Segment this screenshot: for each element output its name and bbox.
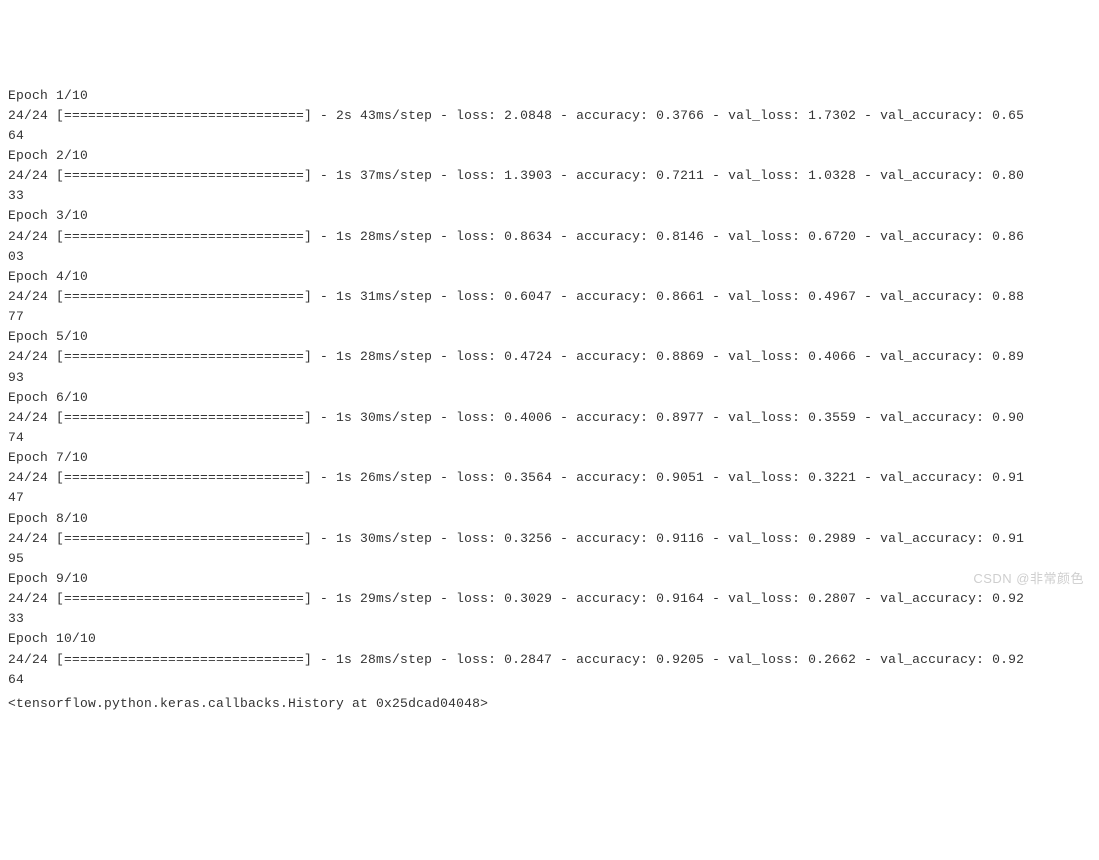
epoch-val-accuracy-wrap: 74 <box>8 428 1091 448</box>
epoch-header: Epoch 1/10 <box>8 86 1091 106</box>
epoch-progress-line: 24/24 [==============================] -… <box>8 529 1091 549</box>
history-repr: <tensorflow.python.keras.callbacks.Histo… <box>8 690 1091 714</box>
epoch-val-accuracy-wrap: 03 <box>8 247 1091 267</box>
epoch-val-accuracy-wrap: 64 <box>8 126 1091 146</box>
epoch-header: Epoch 4/10 <box>8 267 1091 287</box>
epoch-progress-line: 24/24 [==============================] -… <box>8 589 1091 609</box>
epoch-val-accuracy-wrap: 33 <box>8 186 1091 206</box>
epoch-header: Epoch 9/10 <box>8 569 1091 589</box>
epoch-header: Epoch 3/10 <box>8 206 1091 226</box>
epoch-progress-line: 24/24 [==============================] -… <box>8 650 1091 670</box>
epoch-val-accuracy-wrap: 47 <box>8 488 1091 508</box>
epoch-val-accuracy-wrap: 64 <box>8 670 1091 690</box>
epoch-progress-line: 24/24 [==============================] -… <box>8 347 1091 367</box>
epoch-header: Epoch 2/10 <box>8 146 1091 166</box>
epoch-progress-line: 24/24 [==============================] -… <box>8 468 1091 488</box>
epoch-progress-line: 24/24 [==============================] -… <box>8 166 1091 186</box>
epoch-val-accuracy-wrap: 93 <box>8 368 1091 388</box>
epoch-header: Epoch 10/10 <box>8 629 1091 649</box>
epoch-header: Epoch 5/10 <box>8 327 1091 347</box>
epoch-progress-line: 24/24 [==============================] -… <box>8 287 1091 307</box>
epoch-header: Epoch 8/10 <box>8 509 1091 529</box>
watermark-text: CSDN @非常颜色 <box>973 569 1084 589</box>
epoch-header: Epoch 7/10 <box>8 448 1091 468</box>
epoch-val-accuracy-wrap: 95 <box>8 549 1091 569</box>
epoch-val-accuracy-wrap: 33 <box>8 609 1091 629</box>
epoch-progress-line: 24/24 [==============================] -… <box>8 106 1091 126</box>
epoch-progress-line: 24/24 [==============================] -… <box>8 227 1091 247</box>
epoch-header: Epoch 6/10 <box>8 388 1091 408</box>
training-output: Epoch 1/1024/24 [=======================… <box>8 86 1091 714</box>
epoch-val-accuracy-wrap: 77 <box>8 307 1091 327</box>
epoch-progress-line: 24/24 [==============================] -… <box>8 408 1091 428</box>
